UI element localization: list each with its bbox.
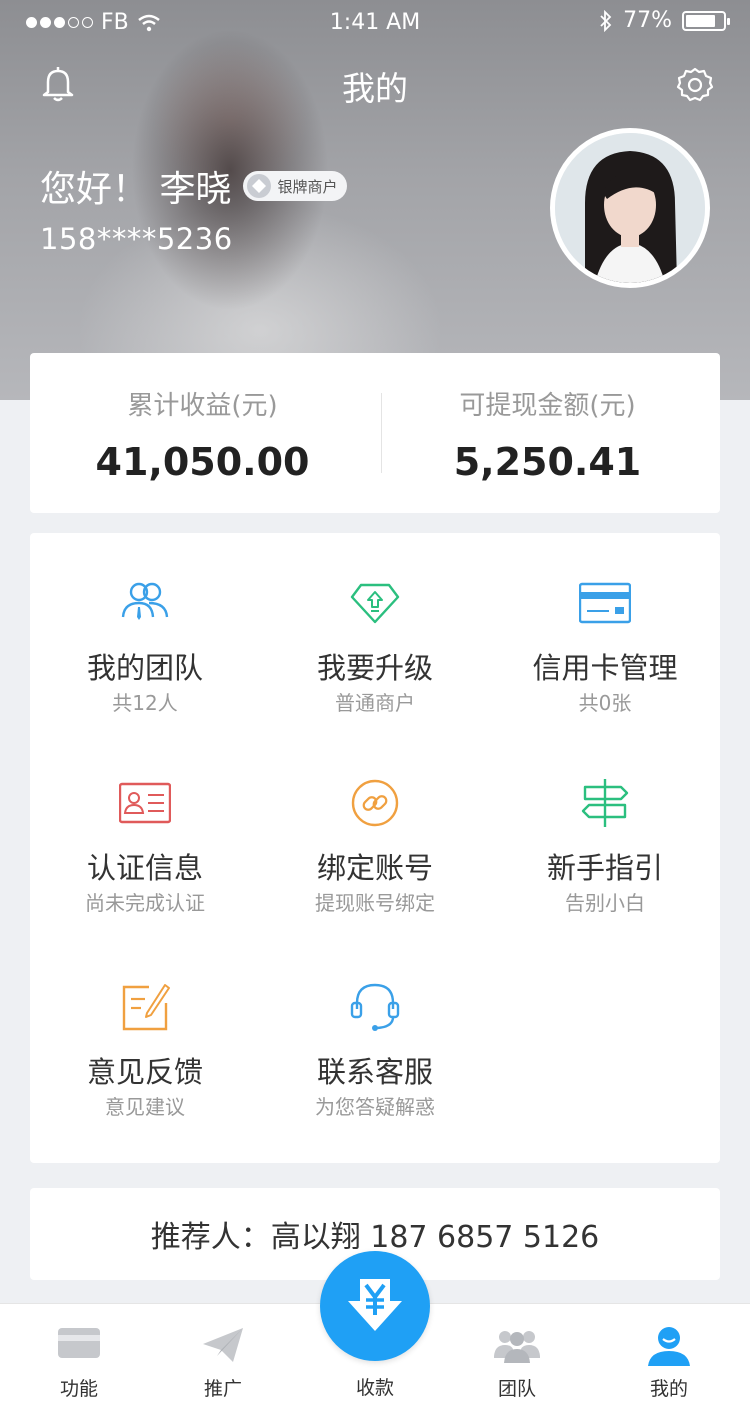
tab-team[interactable]: 团队 [442,1304,592,1403]
tab-label: 功能 [59,1378,98,1400]
battery-percent: 77% [623,8,672,33]
menu-title: 我要升级 [316,651,433,685]
menu-item-customer-service[interactable]: 联系客服 为您答疑解惑 [260,937,490,1137]
status-bar: FB 1:41 AM 77% [0,0,750,44]
menu-title: 联系客服 [316,1055,433,1089]
paper-plane-icon [203,1328,243,1362]
link-icon [351,779,399,827]
menu-item-credit-card[interactable]: 信用卡管理 共0张 [490,533,720,733]
menu-item-verification[interactable]: 认证信息 尚未完成认证 [30,733,260,933]
yuan-download-icon [348,1279,402,1331]
menu-subtitle: 普通商户 [335,691,415,715]
credit-card-icon [579,582,631,624]
status-right: 77% [599,8,730,33]
avatar[interactable] [550,128,710,288]
menu-title: 绑定账号 [316,851,433,885]
tab-mine[interactable]: 我的 [594,1304,744,1403]
user-icon [648,1327,690,1366]
menu-item-feedback[interactable]: 意见反馈 意见建议 [30,937,260,1137]
withdrawable-label: 可提现金额(元) [459,391,636,421]
tab-functions[interactable]: 功能 [4,1304,154,1403]
collect-tab-label[interactable]: 收款 [300,1373,450,1400]
menu-item-upgrade[interactable]: 我要升级 普通商户 [260,533,490,733]
id-card-icon [119,782,171,824]
total-earnings-label: 累计收益(元) [127,391,278,421]
silver-medal-icon [247,174,272,198]
divider [381,393,382,473]
total-earnings[interactable]: 累计收益(元) 41,050.00 [30,353,375,513]
member-badge: 银牌商户 [243,171,348,201]
menu-item-guide[interactable]: 新手指引 告别小白 [490,733,720,933]
menu-subtitle: 尚未完成认证 [85,891,205,915]
phone-number: 158****5236 [40,222,233,256]
withdrawable-value: 5,250.41 [453,440,642,484]
headset-icon [350,983,400,1031]
team-icon [121,582,169,620]
earnings-summary: 累计收益(元) 41,050.00 可提现金额(元) 5,250.41 [30,353,720,513]
bluetooth-icon [600,9,612,32]
menu-item-team[interactable]: 我的团队 共12人 [30,533,260,733]
group-icon [494,1331,540,1363]
menu-subtitle: 告别小白 [565,891,645,915]
menu-title: 我的团队 [86,651,203,685]
upgrade-icon [350,583,400,624]
menu-title: 信用卡管理 [532,651,678,685]
menu-title: 认证信息 [86,851,203,885]
signpost-icon [581,779,629,827]
card-icon [58,1328,100,1358]
menu-title: 新手指引 [546,851,663,885]
menu-subtitle: 共12人 [112,691,178,715]
menu-subtitle: 意见建议 [105,1095,185,1119]
greeting-row: 您好！ 李晓 银牌商户 [40,160,348,212]
badge-label: 银牌商户 [277,177,338,196]
collect-payment-button[interactable] [320,1251,430,1361]
battery-icon [682,10,730,31]
tab-label: 团队 [497,1378,536,1400]
menu-subtitle: 共0张 [578,691,632,715]
menu-subtitle: 为您答疑解惑 [315,1095,435,1119]
menu-title: 意见反馈 [86,1055,203,1089]
menu-subtitle: 提现账号绑定 [315,891,435,915]
withdrawable-amount[interactable]: 可提现金额(元) 5,250.41 [375,353,720,513]
menu-grid: 我的团队 共12人 我要升级 普通商户 信用卡管理 共0张 认证信息 尚未完成认… [30,533,720,1163]
tab-promote[interactable]: 推广 [148,1304,298,1403]
tab-label: 推广 [203,1378,242,1400]
feedback-icon [122,984,170,1031]
total-earnings-value: 41,050.00 [95,440,310,484]
greeting-text: 您好！ 李晓 [40,169,232,210]
tab-label: 我的 [649,1378,688,1400]
settings-gear-icon[interactable] [676,66,714,108]
menu-item-bind-account[interactable]: 绑定账号 提现账号绑定 [260,733,490,933]
page-title: 我的 [342,69,408,108]
